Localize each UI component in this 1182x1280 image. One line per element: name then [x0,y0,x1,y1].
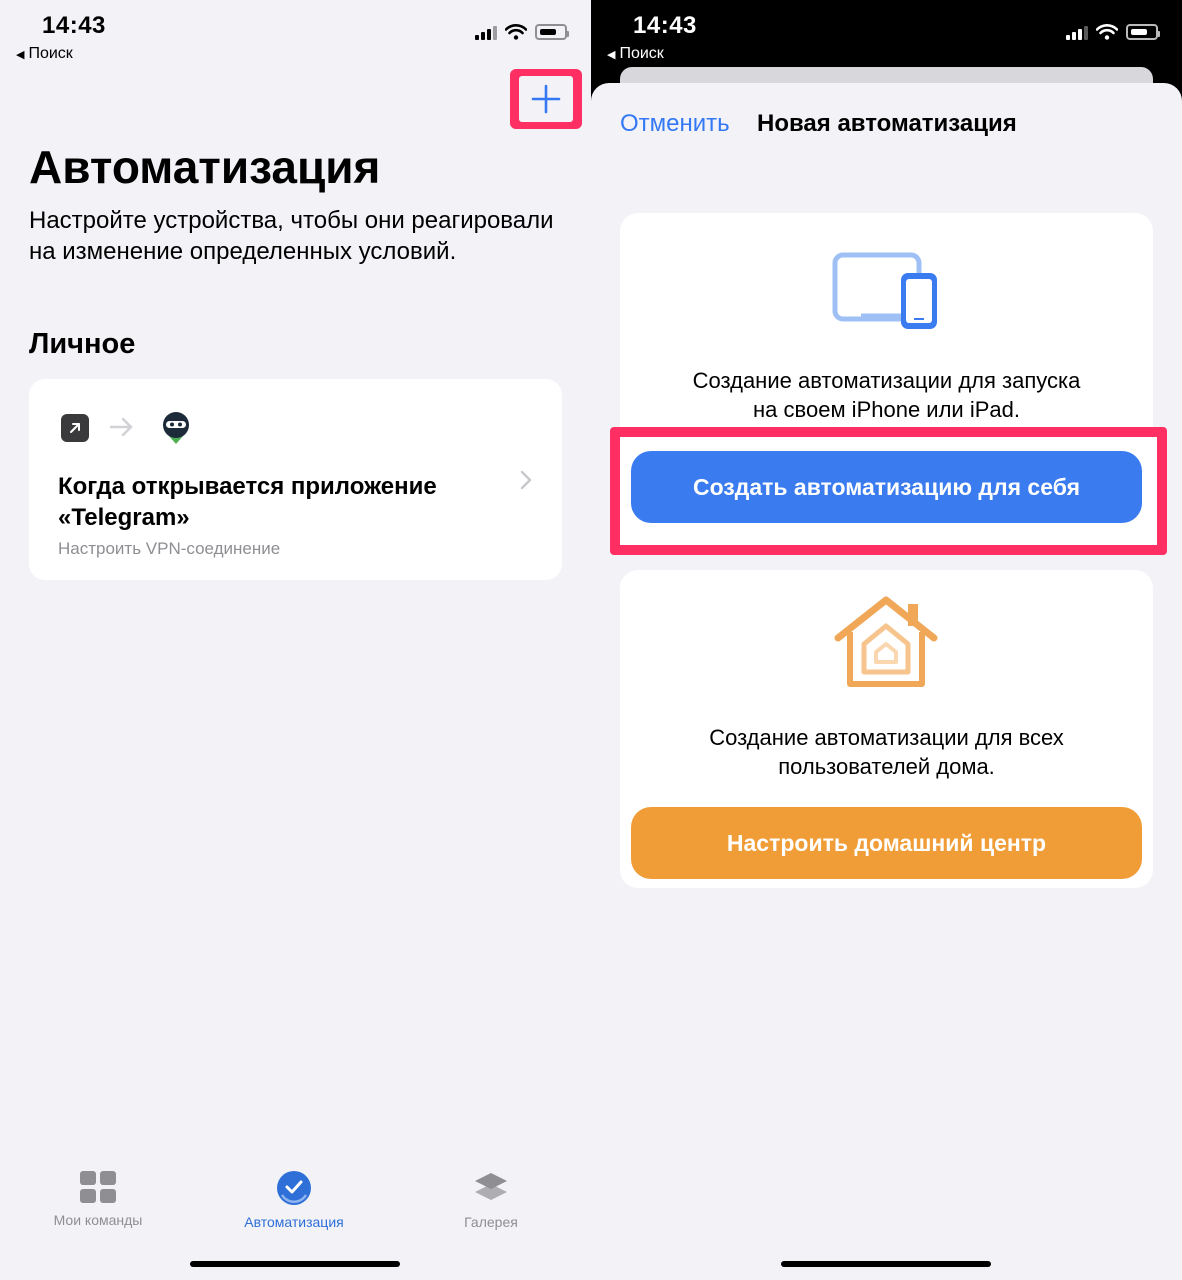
grid-icon [80,1171,116,1203]
tab-label-automation: Автоматизация [244,1214,344,1230]
status-icons [1066,24,1160,40]
home-indicator [190,1261,400,1267]
home-description-line1: Создание автоматизации для всех [709,725,1064,750]
checkmark-circle-icon [277,1171,311,1205]
status-time: 14:43 [633,12,697,39]
back-triangle-icon: ◀ [607,49,616,61]
battery-icon [1126,24,1160,40]
status-time: 14:43 [42,12,106,39]
back-to-search-link[interactable]: ◀ Поиск [607,45,664,63]
setup-home-hub-button[interactable]: Настроить домашний центр [631,807,1142,879]
automation-card-subtitle: Настроить VPN-соединение [58,539,281,558]
home-description: Создание автоматизации для всех пользова… [620,723,1153,781]
personal-description: Создание автоматизации для запуска на св… [620,366,1153,424]
personal-description-line1: Создание автоматизации для запуска [692,368,1081,393]
tab-label-gallery: Галерея [464,1214,518,1230]
back-to-search-link[interactable]: ◀ Поиск [16,45,73,63]
page-title: Автоматизация [29,141,381,193]
home-icon [834,596,938,687]
chevron-right-icon [520,470,532,490]
vpn-ninja-icon [163,412,189,444]
new-automation-screen: 14:43 ◀ Поиск Отменить Новая автоматизаци… [591,0,1182,1280]
battery-icon [535,24,569,40]
cellular-signal-icon [1066,24,1088,40]
automation-screen: 14:43 ◀ Поиск Автоматизация Настройте уст… [0,0,591,1280]
status-bar: 14:43 ◀ Поиск [591,0,1182,70]
tab-automation[interactable]: Автоматизация [204,1160,384,1230]
cancel-button[interactable]: Отменить [620,110,730,138]
back-label: Поиск [619,45,664,62]
back-label: Поиск [28,45,73,62]
tab-label-my-shortcuts: Мои команды [53,1212,143,1228]
page-subtitle: Настройте устройства, чтобы они реагиров… [29,207,554,265]
wifi-icon [505,24,527,40]
back-triangle-icon: ◀ [16,49,25,61]
layers-icon [475,1173,507,1200]
wifi-icon [1096,24,1118,40]
arrow-right-icon [109,417,133,437]
sheet-title: Новая автоматизация [757,110,1017,137]
open-app-trigger-icon [61,414,89,442]
automation-card-title: Когда открывается приложение «Telegram» [58,473,437,531]
status-icons [475,24,569,40]
automation-card-telegram[interactable]: Когда открывается приложение «Telegram» … [29,379,562,580]
personal-description-line2: на своем iPhone или iPad. [753,397,1020,422]
add-automation-button[interactable] [519,76,573,122]
status-bar: 14:43 ◀ Поиск [0,0,591,70]
home-description-line2: пользователей дома. [778,754,995,779]
tab-my-shortcuts[interactable]: Мои команды [8,1160,188,1228]
home-indicator [781,1261,991,1267]
tab-bar: Мои команды Автоматизация Галерея [0,1160,591,1240]
plus-icon [531,84,561,114]
create-personal-automation-button[interactable]: Создать автоматизацию для себя [631,451,1142,523]
new-automation-sheet: Отменить Новая автоматизация Создание ав… [591,83,1182,1280]
cellular-signal-icon [475,24,497,40]
section-title-personal: Личное [29,328,136,360]
devices-icon [832,252,937,329]
tab-gallery[interactable]: Галерея [401,1160,581,1230]
